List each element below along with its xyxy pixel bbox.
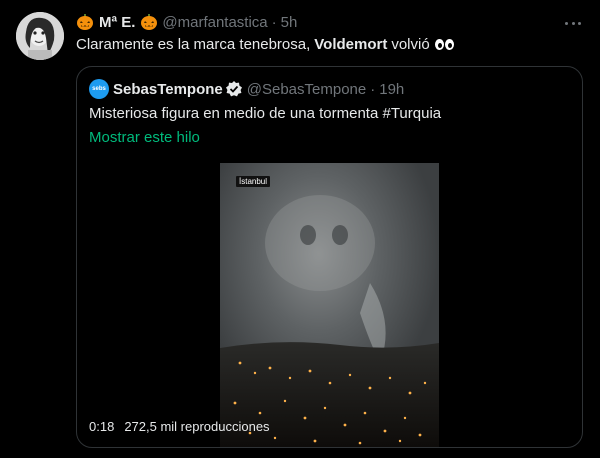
eyes-icon <box>434 39 455 50</box>
eye <box>434 39 444 50</box>
dot <box>565 21 568 25</box>
verified-icon <box>225 81 242 97</box>
video-duration: 0:18 <box>89 418 115 434</box>
quoted-tweet-text: Misteriosa figura en medio de una tormen… <box>89 105 442 122</box>
tweet[interactable]: Mª E. @marfantastica · 5h Claramente es … <box>0 0 600 458</box>
dot <box>578 21 581 25</box>
tweet-header: Mª E. @marfantastica · 5h <box>76 12 584 32</box>
video-frame <box>220 163 439 447</box>
display-name[interactable]: Mª E. <box>76 13 158 31</box>
dot <box>571 21 575 25</box>
quoted-display-name[interactable]: SebasTempone <box>113 81 223 98</box>
eye <box>444 39 454 50</box>
separator-dot: · <box>370 80 376 98</box>
quoted-timestamp[interactable]: 19h <box>379 81 404 98</box>
tweet-text-bold: Voldemort <box>314 36 388 53</box>
pumpkin-icon <box>141 14 158 30</box>
user-handle[interactable]: @marfantastica <box>162 14 267 31</box>
more-options-icon[interactable] <box>562 14 584 32</box>
timestamp[interactable]: 5h <box>281 14 298 31</box>
tweet-text-start: Claramente es la marca tenebrosa, <box>76 36 311 53</box>
quoted-tweet[interactable]: sebs SebasTempone @SebasTempone · 19h Mi… <box>76 66 583 448</box>
avatar-photo <box>16 12 64 60</box>
tweet-text-end: volvió <box>391 36 430 53</box>
user-avatar[interactable] <box>16 12 64 60</box>
tweet-text: Claramente es la marca tenebrosa, Voldem… <box>76 36 455 53</box>
quoted-tweet-header: sebs SebasTempone @SebasTempone · 19h <box>89 79 404 99</box>
quoted-avatar-text: sebs <box>92 86 106 92</box>
display-name-text: Mª E. <box>99 13 136 31</box>
location-tag: İstanbul <box>236 176 271 187</box>
pumpkin-icon <box>77 14 93 30</box>
quoted-avatar[interactable]: sebs <box>89 79 109 99</box>
show-thread-link[interactable]: Mostrar este hilo <box>89 129 200 146</box>
view-count: 272,5 mil reproducciones <box>124 418 270 434</box>
video-player[interactable]: İstanbul <box>220 163 439 447</box>
separator-dot: · <box>271 13 277 31</box>
quoted-user-handle[interactable]: @SebasTempone <box>247 81 366 98</box>
video-footer: 0:18 272,5 mil reproducciones <box>89 416 270 436</box>
